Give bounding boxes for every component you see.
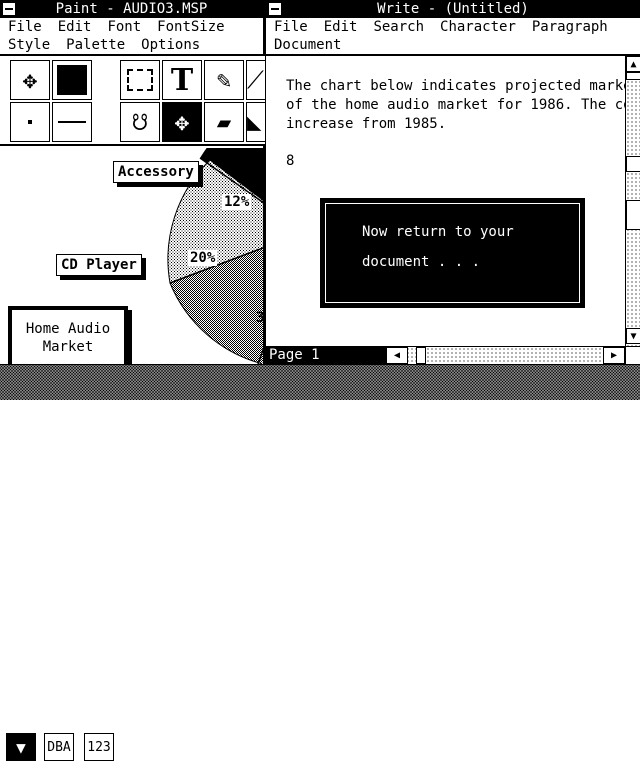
write-menu-document[interactable]: Document xyxy=(274,36,341,54)
write-menu-paragraph[interactable]: Paragraph xyxy=(532,18,608,36)
paint-title: Paint - AUDIO3.MSP xyxy=(55,1,208,17)
paint-menubar-row1: File Edit Font FontSize xyxy=(0,18,263,36)
selection-rect-icon[interactable] xyxy=(120,60,160,100)
write-menu-file[interactable]: File xyxy=(274,18,308,36)
scroll-thumb-top[interactable] xyxy=(626,72,640,80)
paint-system-menu-icon[interactable] xyxy=(2,2,16,16)
size-box[interactable] xyxy=(625,347,640,364)
page-indicator: Page 1 xyxy=(266,347,386,364)
doc-line-1: The chart below indicates projected mark… xyxy=(286,78,625,94)
doc-line-2: of the home audio market for 1986. The c… xyxy=(286,97,625,113)
hand-scroll-icon[interactable]: ✥ xyxy=(162,102,202,142)
vertical-scrollbar[interactable]: ▲ ▼ xyxy=(625,56,640,346)
write-titlebar[interactable]: Write - (Untitled) xyxy=(266,0,640,18)
taskbar-item-123[interactable]: 123 xyxy=(84,733,114,761)
dialog-line-1: Now return to your xyxy=(362,224,514,240)
paint-menu-fontsize[interactable]: FontSize xyxy=(157,18,224,36)
message-dialog: Now return to your document . . . xyxy=(320,198,585,308)
write-system-menu-icon[interactable] xyxy=(268,2,282,16)
small-brush-icon[interactable] xyxy=(10,102,50,142)
paint-toolbox: ✥ T ✎ ⟋ ☋ ✥ ▰ ◣ xyxy=(0,56,265,146)
paint-titlebar[interactable]: Paint - AUDIO3.MSP xyxy=(0,0,263,18)
paint-menubar-row2: Style Palette Options xyxy=(0,36,263,56)
write-window: Write - (Untitled) File Edit Search Charact… xyxy=(265,0,640,364)
line-width-icon[interactable] xyxy=(52,102,92,142)
eraser-icon[interactable]: ▰ xyxy=(204,102,244,142)
pie-label-12: 12% xyxy=(222,194,252,210)
write-menubar-row2: Document xyxy=(266,36,640,56)
label-accessory: Accessory xyxy=(113,161,199,183)
pie-label-3: 3 xyxy=(256,310,263,326)
horizontal-scrollbar[interactable]: ◀ ▶ xyxy=(386,347,625,364)
icon-area: ▼ DBA 123 xyxy=(0,364,640,761)
move-icon[interactable]: ✥ xyxy=(10,60,50,100)
doc-line-3: increase from 1985. xyxy=(286,116,447,132)
write-status-bar: Page 1 ◀ ▶ xyxy=(266,346,640,364)
paint-menu-file[interactable]: File xyxy=(8,18,42,36)
write-menubar-row1: File Edit Search Character Paragraph xyxy=(266,18,640,36)
scroll-left-icon[interactable]: ◀ xyxy=(386,347,408,364)
paint-menu-palette[interactable]: Palette xyxy=(66,36,125,54)
doc-line-4: 8 xyxy=(286,153,295,169)
paint-window: Paint - AUDIO3.MSP File Edit Font FontSize … xyxy=(0,0,265,364)
write-title: Write - (Untitled) xyxy=(377,1,529,17)
label-market: Home Audio Market xyxy=(25,321,111,355)
taskbar-item-dba[interactable]: DBA xyxy=(44,733,74,761)
scroll-thumb[interactable] xyxy=(626,156,640,172)
write-menu-search[interactable]: Search xyxy=(373,18,424,36)
scroll-up-icon[interactable]: ▲ xyxy=(626,56,640,72)
paint-menu-font[interactable]: Font xyxy=(107,18,141,36)
taskbar-item-dba-label: DBA xyxy=(47,739,71,755)
dialog-line-2: document . . . xyxy=(362,254,481,270)
lasso-icon[interactable]: ☋ xyxy=(120,102,160,142)
write-menu-edit[interactable]: Edit xyxy=(324,18,358,36)
taskbar-item-123-label: 123 xyxy=(87,739,111,755)
write-document[interactable]: The chart below indicates projected mark… xyxy=(266,56,625,346)
paint-icon[interactable]: ▼ xyxy=(6,733,36,761)
hscroll-thumb[interactable] xyxy=(416,347,426,364)
black-fill-swatch[interactable] xyxy=(52,60,92,100)
paint-menu-options[interactable]: Options xyxy=(141,36,200,54)
paint-canvas[interactable]: 12% 20% 3 Accessory CD Player Home Audio… xyxy=(0,148,263,364)
toolbox-divider xyxy=(100,56,118,144)
paint-menu-style[interactable]: Style xyxy=(8,36,50,54)
write-menu-character[interactable]: Character xyxy=(440,18,516,36)
page-indicator-label: Page 1 xyxy=(269,347,320,363)
pie-label-20: 20% xyxy=(188,250,218,266)
scroll-right-icon[interactable]: ▶ xyxy=(603,347,625,364)
label-market-frame: Home Audio Market xyxy=(8,306,128,364)
text-tool-icon[interactable]: T xyxy=(162,60,202,100)
line-tool-icon[interactable]: ⟋ xyxy=(246,60,265,100)
label-cd-player: CD Player xyxy=(56,254,142,276)
scroll-thumb-mid[interactable] xyxy=(626,200,640,230)
paint-menu-edit[interactable]: Edit xyxy=(58,18,92,36)
scroll-down-icon[interactable]: ▼ xyxy=(626,328,640,344)
fill-tool-icon[interactable]: ◣ xyxy=(246,102,265,142)
message-dialog-inner-border xyxy=(325,203,580,303)
paintbrush-icon[interactable]: ✎ xyxy=(204,60,244,100)
